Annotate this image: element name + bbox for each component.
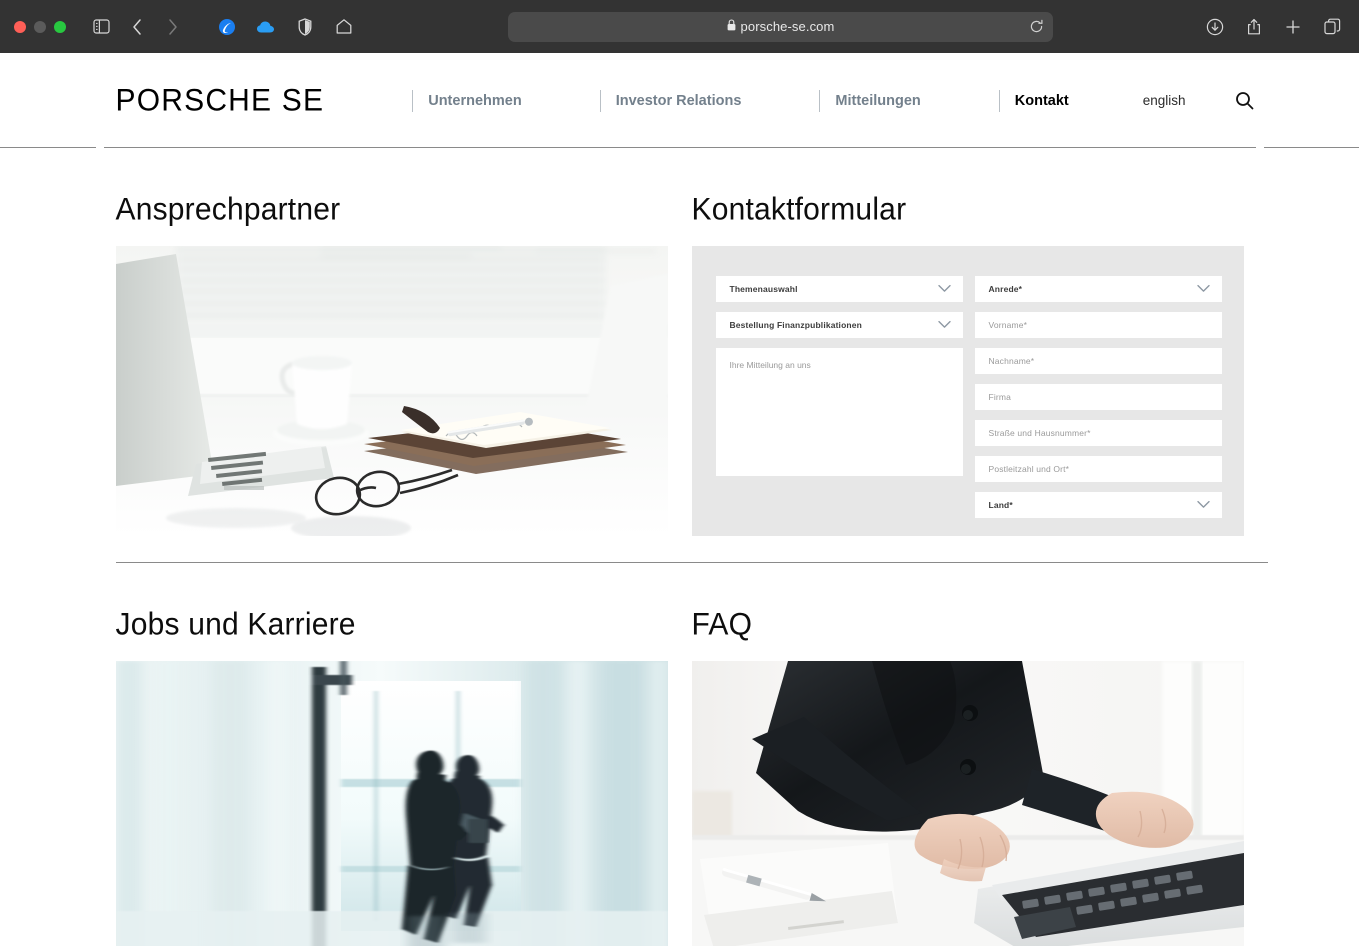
navigation-controls [88,14,186,40]
form-column-left: Themenauswahl Bestellung Finanzpublikati… [715,276,963,528]
minimize-window-button[interactable] [34,20,46,33]
field-nachname[interactable]: Nachname* [974,348,1222,374]
nav-item-kontakt[interactable]: Kontakt [999,93,1069,109]
page-title-jobs: Jobs und Karriere [115,607,356,642]
chevron-down-icon [1196,500,1210,509]
field-bestellung-label: Bestellung Finanzpublikationen [729,320,862,330]
field-themenauswahl-label: Themenauswahl [729,284,798,294]
field-anrede[interactable]: Anrede* [974,276,1222,302]
share-icon[interactable] [1241,14,1267,40]
page-title-ansprechpartner: Ansprechpartner [115,192,341,227]
section-kontaktformular: Kontaktformular Themenauswahl Bestellung… [691,148,1244,536]
extension-icons [214,14,357,40]
page-content: Ansprechpartner Kontaktformular Themenau… [104,148,1268,946]
field-anrede-label: Anrede* [988,284,1023,294]
form-column-right: Anrede* Vorname* Nachname* Firma Straße … [974,276,1222,528]
field-themenauswahl[interactable]: Themenauswahl [715,276,963,302]
privacy-shield-icon[interactable] [292,14,318,40]
top-row: Ansprechpartner Kontaktformular Themenau… [115,148,1256,536]
chevron-down-icon [937,320,951,329]
nav-item-unternehmen[interactable]: Unternehmen [412,93,521,109]
porsche-se-logo[interactable]: PORSCHE SE [116,82,325,118]
field-strasse-placeholder: Straße und Hausnummer* [988,428,1091,438]
field-bestellung-finanzpublikationen[interactable]: Bestellung Finanzpublikationen [715,312,963,338]
field-strasse-hausnummer[interactable]: Straße und Hausnummer* [974,420,1222,446]
browser-actions [1202,14,1345,40]
zoom-window-button[interactable] [54,20,66,33]
nav-item-investor-relations[interactable]: Investor Relations [600,93,742,109]
field-land[interactable]: Land* [974,492,1222,518]
field-firma[interactable]: Firma [974,384,1222,410]
back-icon[interactable] [124,14,150,40]
header-divider [0,147,1359,148]
field-firma-placeholder: Firma [988,392,1011,402]
field-vorname[interactable]: Vorname* [974,312,1222,338]
address-bar-text: porsche-se.com [727,19,835,34]
tab-overview-icon[interactable] [1319,14,1345,40]
jobs-image[interactable] [115,661,668,946]
window-traffic-lights [14,20,66,33]
browser-toolbar: porsche-se.com [0,0,1359,53]
field-nachname-placeholder: Nachname* [988,356,1035,366]
nav-item-mitteilungen[interactable]: Mitteilungen [819,93,920,109]
language-switch-link[interactable]: english [1143,93,1186,108]
ansprechpartner-image[interactable] [115,246,668,536]
site-header: PORSCHE SE Unternehmen Investor Relation… [0,53,1359,148]
field-mitteilung-textarea[interactable]: Ihre Mitteilung an uns [715,348,963,476]
lock-icon [727,19,736,34]
section-faq: FAQ [691,563,1244,946]
close-window-button[interactable] [14,20,26,33]
chevron-down-icon [937,284,951,293]
forward-icon[interactable] [160,14,186,40]
search-icon[interactable] [1234,90,1256,112]
home-icon[interactable] [331,14,357,40]
page-title-kontaktformular: Kontaktformular [691,192,907,227]
downloads-icon[interactable] [1202,14,1228,40]
address-bar[interactable]: porsche-se.com [508,11,1053,42]
main-navigation: Unternehmen Investor Relations Mitteilun… [412,93,1103,109]
faq-image[interactable] [691,661,1244,946]
url-hostname: porsche-se.com [740,19,835,34]
icloud-icon[interactable] [253,14,279,40]
field-mitteilung-placeholder: Ihre Mitteilung an uns [729,360,811,370]
bottom-row: Jobs und Karriere FAQ [115,563,1256,946]
section-jobs-und-karriere: Jobs und Karriere [115,563,668,946]
section-ansprechpartner: Ansprechpartner [115,148,668,536]
field-plz-ort-placeholder: Postleitzahl und Ort* [988,464,1070,474]
page-title-faq: FAQ [691,607,753,642]
sidebar-icon[interactable] [88,14,114,40]
extension-icon[interactable] [214,14,240,40]
contact-form: Themenauswahl Bestellung Finanzpublikati… [691,246,1244,536]
reload-icon[interactable] [1025,16,1047,38]
chevron-down-icon [1196,284,1210,293]
field-postleitzahl-ort[interactable]: Postleitzahl und Ort* [974,456,1222,482]
new-tab-icon[interactable] [1280,14,1306,40]
field-land-label: Land* [988,500,1013,510]
field-vorname-placeholder: Vorname* [988,320,1028,330]
